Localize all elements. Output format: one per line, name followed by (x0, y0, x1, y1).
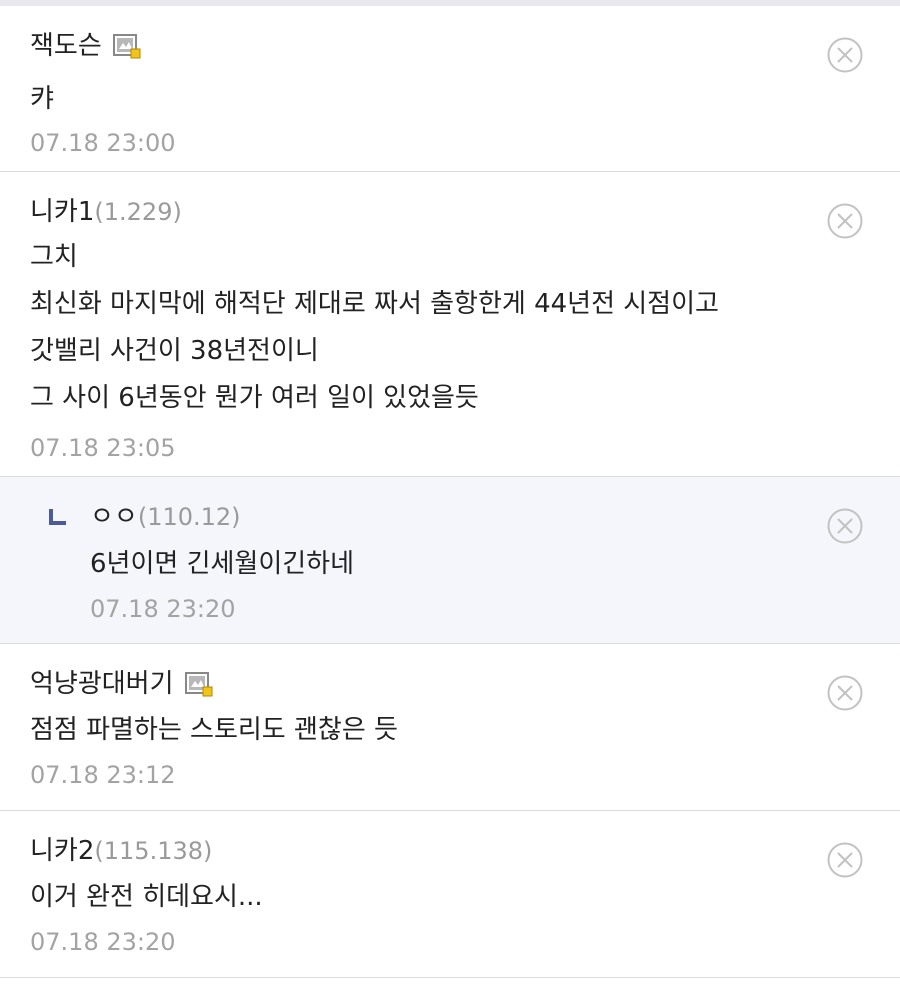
comment-line: 이거 완전 히데요시... (30, 882, 263, 912)
comment-item: 억냥광대버기 점점 파멸하는 스토리도 괜찮은 듯 07.18 23:12 (0, 644, 900, 811)
comment-author-line: 니카2 (115.138) (30, 831, 212, 871)
comment-item: 니카1 (1.229) 그치 최신화 마지막에 해적단 제대로 짜서 출항한게 … (0, 172, 900, 477)
comment-line: 점점 파멸하는 스토리도 괜찮은 듯 (30, 715, 398, 745)
comment-author-name[interactable]: 니카1 (30, 192, 94, 232)
comment-timestamp: 07.18 23:20 (30, 928, 176, 956)
comment-line: 갓밸리 사건이 38년전이니 (30, 336, 319, 366)
reply-comment-item: ㅇㅇ (110.12) 6년이면 긴세월이긴하네 07.18 23:20 (0, 477, 900, 644)
comment-author-line: ㅇㅇ (110.12) (90, 497, 241, 537)
comment-timestamp: 07.18 23:00 (30, 129, 176, 157)
close-circle-icon[interactable] (826, 674, 864, 712)
comment-body: 점점 파멸하는 스토리도 괜찮은 듯 (30, 707, 398, 754)
comment-timestamp: 07.18 23:05 (30, 434, 176, 462)
comment-line: 6년이면 긴세월이긴하네 (90, 549, 355, 579)
member-badge-icon (184, 672, 213, 697)
close-circle-icon[interactable] (826, 202, 864, 240)
comment-body: 이거 완전 히데요시... (30, 874, 263, 921)
comment-body: 6년이면 긴세월이긴하네 (90, 541, 354, 588)
comment-author-line: 잭도슨 (30, 26, 142, 66)
comment-author-line: 억냥광대버기 (30, 664, 214, 704)
comment-author-line: 니카1 (1.229) (30, 192, 182, 232)
comment-line: 캬 (30, 84, 54, 114)
comment-item: 잭도슨 캬 07.18 23:00 (0, 6, 900, 172)
comment-line: 그 사이 6년동안 뭔가 여러 일이 있었을듯 (30, 383, 479, 413)
comment-body: 캬 (30, 76, 54, 123)
comment-author-ip: (110.12) (137, 503, 241, 531)
close-circle-icon[interactable] (826, 36, 864, 74)
comment-body: 그치 최신화 마지막에 해적단 제대로 짜서 출항한게 44년전 시점이고 갓밸… (30, 234, 719, 422)
comment-author-name[interactable]: ㅇㅇ (90, 497, 138, 537)
comment-line: 최신화 마지막에 해적단 제대로 짜서 출항한게 44년전 시점이고 (30, 289, 719, 319)
comment-author-ip: (1.229) (94, 198, 182, 226)
close-circle-icon[interactable] (826, 507, 864, 545)
comment-author-name[interactable]: 억냥광대버기 (30, 664, 174, 704)
reply-arrow-icon (49, 509, 66, 525)
comment-author-name[interactable]: 잭도슨 (30, 26, 102, 66)
member-badge-icon (112, 34, 141, 59)
comment-line: 그치 (30, 242, 78, 272)
comment-author-name[interactable]: 니카2 (30, 831, 94, 871)
comment-item: 니카2 (115.138) 이거 완전 히데요시... 07.18 23:20 (0, 811, 900, 978)
comment-author-ip: (115.138) (94, 837, 213, 865)
close-circle-icon[interactable] (826, 841, 864, 879)
comment-timestamp: 07.18 23:12 (30, 761, 176, 789)
comment-timestamp: 07.18 23:20 (90, 595, 236, 623)
